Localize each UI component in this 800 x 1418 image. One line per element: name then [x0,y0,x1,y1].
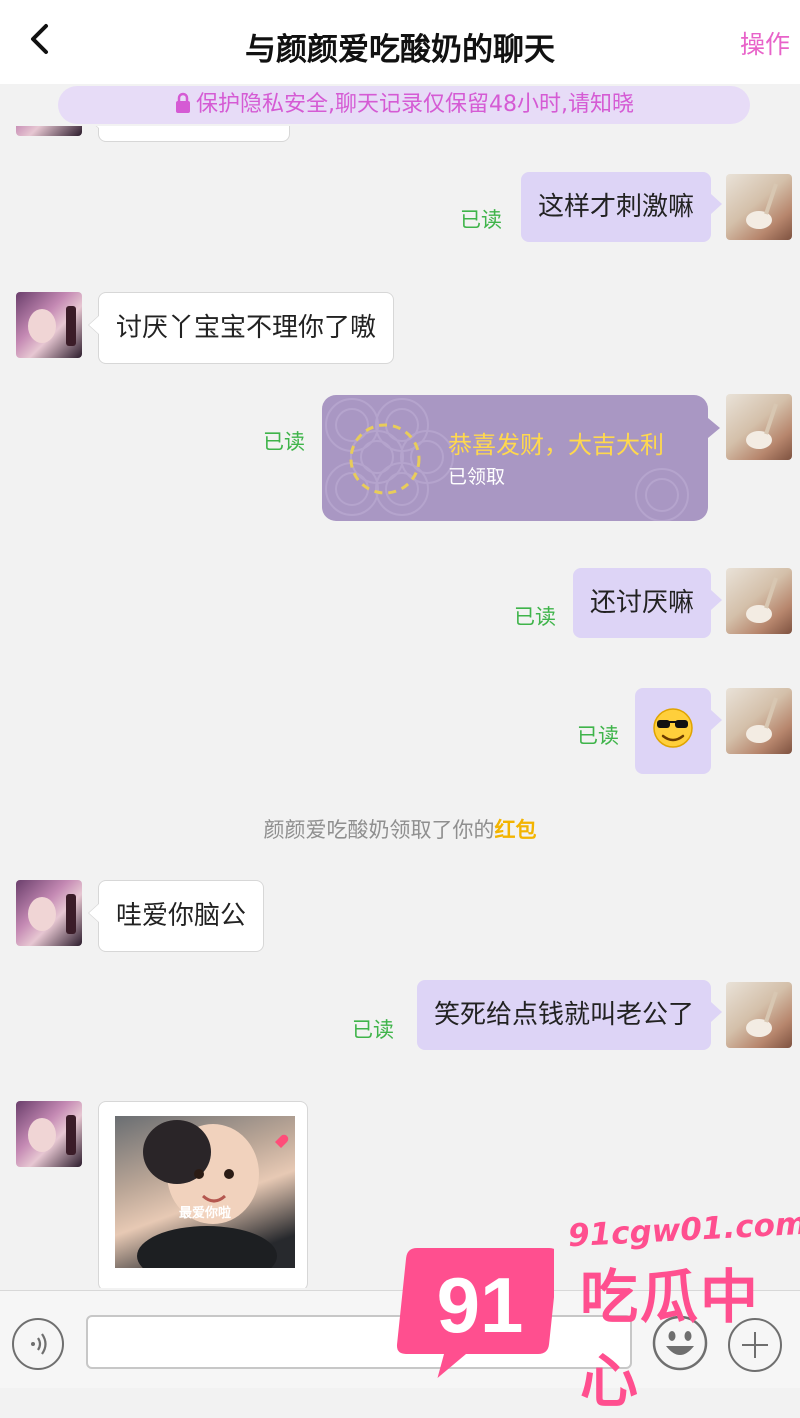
message-bubble-incoming: 哇爱你脑公 [87,880,265,952]
my-avatar[interactable] [726,982,792,1048]
message-bubble-outgoing: 笑死给点钱就叫老公了 [416,980,723,1050]
operations-button[interactable]: 操作 [740,25,790,61]
message-bubble-outgoing: 这样才刺激嘛 [520,172,723,242]
privacy-notice-text: 保护隐私安全,聊天记录仅保留48小时,请知晓 [196,92,634,117]
red-packet-tail [708,418,720,438]
contact-avatar[interactable] [16,292,82,358]
message-bubble-incoming: 讨厌丫宝宝不理你了嗷 [87,292,395,364]
watermark-badge-text: 91 [437,1261,524,1349]
chat-header: 与颜颜爱吃酸奶的聊天 操作 [0,0,800,84]
system-notice: 颜颜爱吃酸奶领取了你的红包 [0,814,800,844]
chat-message-list[interactable]: 这样才刺激嘛 已读 讨厌丫宝宝不理你了嗷 恭喜发财，大吉大利 已领取 已读 还讨… [0,126,800,1288]
watermark-name: 吃瓜中心 [580,1263,761,1415]
privacy-notice: 保护隐私安全,聊天记录仅保留48小时,请知晓 [58,86,750,124]
red-packet-link[interactable]: 红包 [495,818,537,842]
chat-title: 与颜颜爱吃酸奶的聊天 [245,32,555,68]
red-packet-title: 恭喜发财，大吉大利 [448,431,664,459]
my-avatar[interactable] [726,394,792,460]
contact-avatar[interactable] [16,880,82,946]
red-packet-status: 已领取 [448,466,506,488]
watermark-badge: 91 [394,1240,559,1380]
read-status: 已读 [577,724,619,748]
read-status: 已读 [263,430,305,454]
my-avatar[interactable] [726,568,792,634]
message-bubble-partial [88,126,290,142]
voice-icon [31,1333,47,1355]
read-status: 已读 [514,605,556,629]
voice-button[interactable] [12,1318,64,1370]
lock-icon [176,92,190,113]
system-notice-text: 颜颜爱吃酸奶领取了你的 [263,818,495,842]
my-avatar[interactable] [726,174,792,240]
my-avatar[interactable] [726,688,792,754]
contact-avatar[interactable] [16,126,82,136]
message-bubble-outgoing-emoji [635,688,722,774]
image-caption: 最爱你啦 [178,1206,231,1221]
read-status: 已读 [352,1018,394,1042]
read-status: 已读 [460,208,502,232]
contact-avatar[interactable] [16,1101,82,1167]
red-packet-card[interactable]: 恭喜发财，大吉大利 已领取 [322,395,708,521]
sunglasses-emoji-icon [653,708,693,748]
image-message-photo[interactable]: 最爱你啦 [115,1116,295,1268]
image-message[interactable]: 最爱你啦 [98,1101,308,1288]
message-bubble-outgoing: 还讨厌嘛 [572,568,723,638]
